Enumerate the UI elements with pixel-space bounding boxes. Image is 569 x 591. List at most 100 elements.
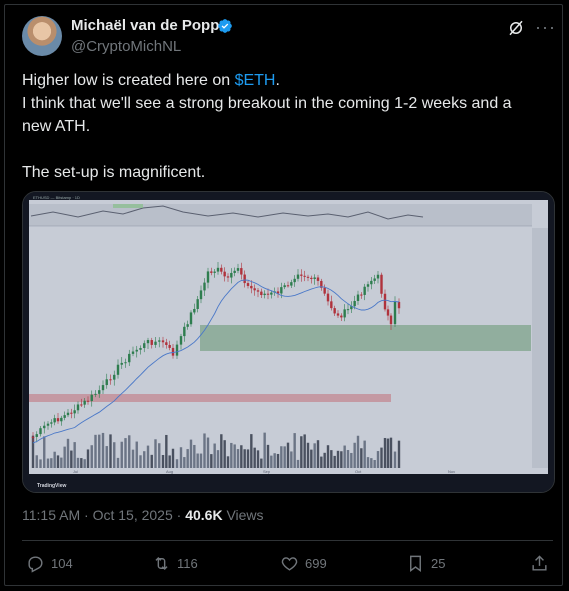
author-handle[interactable]: @CryptoMichNL [71,38,181,55]
volume-bar [128,435,131,468]
candle [63,415,66,418]
like-button[interactable]: 699 [280,554,327,573]
price-axis [532,228,548,468]
reply-count: 104 [51,556,73,571]
candle [171,347,175,356]
candle [366,284,370,287]
share-button[interactable] [530,554,549,573]
volume-bar [124,438,127,468]
candle [383,293,387,310]
reply-button[interactable]: 104 [26,554,73,573]
volume-bar [266,444,270,468]
candle [253,288,256,291]
tweet-text: Higher low is created here on $ETH. I th… [22,69,542,184]
x-axis-label: Sep [263,469,271,474]
tweet-date[interactable]: Oct 15, 2025 [93,507,173,523]
tweet-text-2: I think that we'll see a strong breakout… [22,95,512,135]
volume-bar [183,457,186,468]
candle [83,400,86,405]
candle [336,313,340,316]
volume-bar [350,452,353,468]
volume-bar [70,450,73,468]
volume-bar [165,434,168,468]
resistance-zone [29,394,391,402]
volume-bar [273,453,276,468]
volume-bar [306,442,310,468]
volume-bar [376,451,380,468]
volume-bar [189,439,193,468]
grok-icon[interactable] [507,19,525,37]
volume-bar [35,455,38,468]
volume-bar [316,440,320,468]
volume-bar [290,451,293,468]
volume-bar [139,455,142,468]
more-icon[interactable]: ··· [535,17,556,38]
repost-button[interactable]: 116 [152,554,198,573]
heart-icon [281,557,298,571]
volume-bar [366,457,370,468]
candle [189,312,193,325]
volume-bar [199,453,203,468]
candle [326,293,330,302]
volume-bar [313,443,316,468]
volume-bar [101,432,105,468]
volume-bar [76,457,80,468]
candle [146,340,150,344]
candle [290,282,293,286]
candle [120,362,123,365]
tradingview-watermark: TradingView [37,483,66,489]
volume-bar [226,456,230,468]
candle [306,276,310,278]
bookmark-button[interactable]: 25 [406,554,445,573]
volume-bar [90,445,93,468]
candle [246,283,250,286]
candle [143,343,146,349]
volume-bar [158,443,161,468]
candle [283,285,286,288]
volume-bar [39,459,42,468]
volume-bar [276,453,280,468]
repost-icon [155,556,168,571]
tweet-time[interactable]: 11:15 AM [22,507,80,523]
candle [343,309,346,318]
volume-bar [300,436,303,468]
candle [158,340,161,342]
candle [323,287,326,294]
candle [363,286,366,295]
volume-bar [43,436,46,468]
candle [124,362,127,364]
candle [154,341,157,345]
candle [360,294,363,296]
candle [116,364,120,375]
volume-bar [146,445,150,468]
volume-bar [270,455,273,468]
volume-bar [230,442,233,468]
candle [101,385,105,391]
author-name[interactable]: Michaël van de Poppe [71,17,228,34]
chart-image[interactable]: ETHUSD — Bitstamp · 1D Jul Aug Sep Oct Nov T… [22,191,555,493]
views-label: Views [226,507,264,523]
candle [216,267,220,272]
candle [193,308,196,313]
volume-bar [330,450,333,468]
bookmark-count: 25 [431,556,446,571]
candle [53,418,56,423]
volume-bar [113,442,116,468]
candle [256,290,260,292]
candle [266,293,270,295]
candle [303,275,306,277]
volume-bar [353,442,356,468]
volume-bar [397,440,401,468]
cashtag-link[interactable]: $ETH [235,72,276,89]
candle [46,423,50,426]
candle [90,394,93,402]
candle [313,277,316,279]
volume-bar [320,456,323,468]
volume-bar [363,440,366,468]
candle [286,285,290,287]
avatar[interactable] [22,16,62,56]
volume-bar [203,433,206,468]
volume-bar [66,438,70,468]
candle [105,379,108,386]
volume-bar [53,451,56,468]
